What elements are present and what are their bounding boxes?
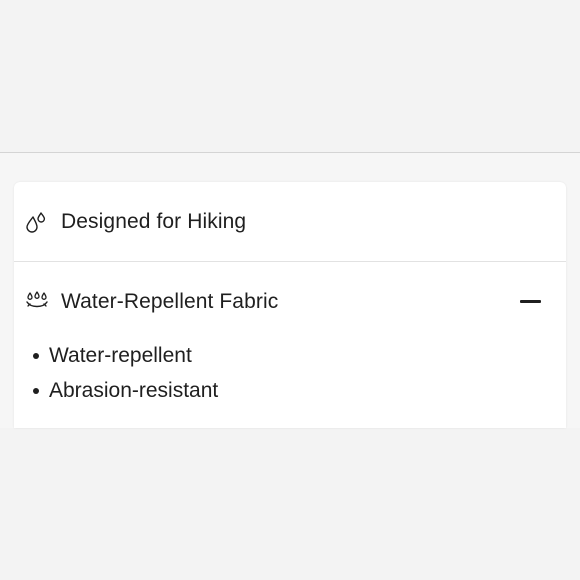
bullet-icon	[33, 388, 39, 394]
accordion-item-label: Water-Repellent Fabric	[61, 289, 279, 313]
collapse-toggle-button[interactable]	[519, 291, 541, 313]
bullet-text: Water-repellent	[49, 344, 192, 367]
features-accordion: Designed for Hiking Water-Repellent Fabr…	[14, 182, 566, 428]
page-background-top	[0, 0, 580, 152]
accordion-item-water-repellent-fabric[interactable]: Water-Repellent Fabric	[14, 262, 566, 341]
page-background-bottom	[0, 428, 580, 580]
water-repellent-icon	[25, 290, 51, 313]
list-item: Water-repellent	[33, 338, 218, 373]
bullet-text: Abrasion-resistant	[49, 379, 219, 402]
accordion-item-designed-for-hiking[interactable]: Designed for Hiking	[14, 182, 566, 261]
accordion-item-label: Designed for Hiking	[61, 209, 247, 233]
list-item: Abrasion-resistant	[33, 373, 218, 408]
minus-icon	[519, 300, 541, 303]
water-drops-icon	[25, 211, 51, 233]
feature-bullet-list: Water-repellent Abrasion-resistant	[33, 338, 218, 408]
bullet-icon	[33, 353, 39, 359]
